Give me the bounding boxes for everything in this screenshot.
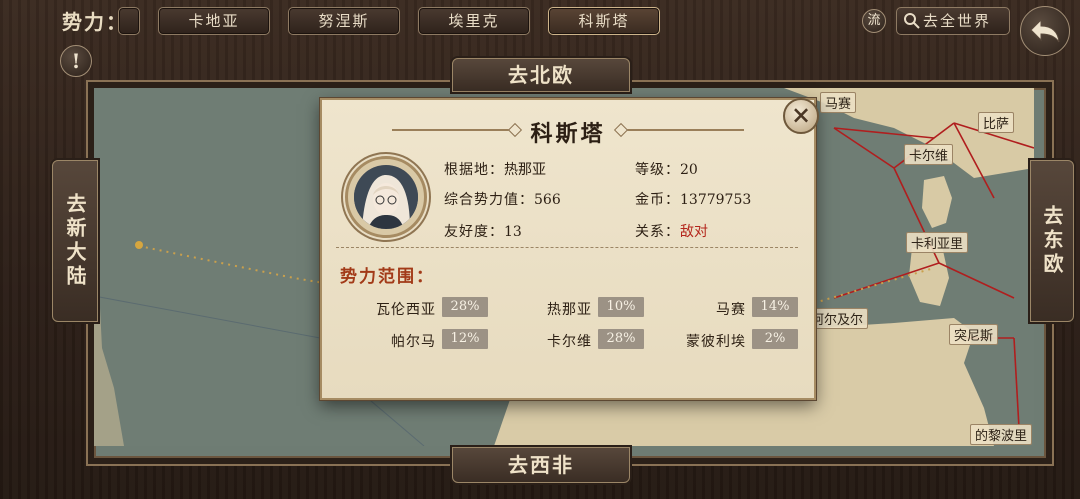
go-west-africa-button[interactable]: 去西非	[452, 447, 630, 483]
go-north-europe-label: 去北欧	[508, 63, 574, 87]
territory-percent: 10%	[598, 297, 644, 317]
power-value: 566	[534, 192, 561, 208]
back-arrow-icon	[1030, 18, 1060, 43]
go-east-europe-button[interactable]: 去东欧	[1030, 160, 1074, 322]
city-label-marseille[interactable]: 马赛	[820, 92, 857, 113]
go-world-label: 去全世界	[923, 12, 992, 30]
territory-name: 卡尔维	[547, 334, 592, 350]
relation-row: 关系：敌对	[635, 221, 708, 241]
power-label: 综合势力值：	[444, 192, 534, 208]
territory-percent: 28%	[442, 297, 488, 317]
city-label-pisa[interactable]: 比萨	[978, 112, 1015, 133]
base-row: 根据地：热那亚	[444, 159, 546, 179]
relation-label: 关系：	[635, 224, 680, 240]
territory-percent: 12%	[442, 329, 488, 349]
faction-tab-cardia[interactable]: 卡地亚	[158, 7, 270, 35]
popup-title: 科斯塔	[530, 121, 606, 147]
friendship-label: 友好度：	[444, 224, 504, 240]
base-value: 热那亚	[504, 162, 546, 178]
faction-tab-partial[interactable]	[118, 7, 140, 35]
power-row: 综合势力值：566	[444, 189, 561, 209]
gold-label: 金币：	[635, 192, 680, 208]
level-row: 等级：20	[635, 159, 698, 179]
city-label-cagliari[interactable]: 卡利亚里	[906, 232, 969, 253]
go-world-button[interactable]: 去全世界	[896, 7, 1010, 35]
go-east-europe-label: 去东欧	[1040, 205, 1064, 277]
go-west-africa-label: 去西非	[508, 453, 574, 477]
go-north-europe-button[interactable]: 去北欧	[452, 58, 630, 92]
back-button[interactable]	[1020, 6, 1070, 56]
territory-name: 帕尔马	[391, 334, 436, 350]
go-new-world-button[interactable]: 去新大陆	[52, 160, 98, 322]
flow-label: 流	[867, 13, 881, 28]
divider	[336, 247, 798, 248]
city-label-tunis[interactable]: 突尼斯	[949, 324, 999, 345]
territory-name: 瓦伦西亚	[376, 302, 436, 318]
alert-icon[interactable]: !	[60, 45, 92, 77]
close-icon[interactable]: ×	[783, 98, 819, 134]
avatar-portrait	[354, 165, 418, 229]
level-value: 20	[680, 162, 698, 178]
territory-name: 蒙彼利埃	[686, 334, 746, 350]
gold-row: 金币：13779753	[635, 189, 751, 209]
base-label: 根据地：	[444, 162, 504, 178]
faction-tab-nunez[interactable]: 努涅斯	[288, 7, 400, 35]
go-new-world-label: 去新大陆	[63, 193, 87, 289]
top-bar: 势力： 卡地亚 努涅斯 埃里克 科斯塔 流 去全世界	[0, 0, 1080, 56]
faction-info-popup: 科斯塔 × 根据地：热那亚 综合势力值：566 友好度：13 等级：20 金币：…	[320, 98, 819, 400]
territory-name: 热那亚	[547, 302, 592, 318]
faction-tab-eric[interactable]: 埃里克	[418, 7, 530, 35]
gold-value: 13779753	[680, 192, 752, 208]
city-label-tripoli[interactable]: 的黎波里	[970, 424, 1033, 445]
territory-percent: 28%	[598, 329, 644, 349]
flow-button[interactable]: 流	[862, 9, 886, 33]
territory-name: 马赛	[716, 302, 746, 318]
territory-percent: 2%	[752, 329, 798, 349]
influence-range-title: 势力范围：	[340, 267, 435, 287]
faction-tab-costa[interactable]: 科斯塔	[548, 7, 660, 35]
city-label-calvi[interactable]: 卡尔维	[904, 144, 954, 165]
search-icon	[904, 13, 920, 29]
avatar	[345, 156, 427, 238]
territory-percent: 14%	[752, 297, 798, 317]
relation-value: 敌对	[680, 224, 708, 240]
level-label: 等级：	[635, 162, 680, 178]
friendship-row: 友好度：13	[444, 221, 522, 241]
friendship-value: 13	[504, 224, 522, 240]
